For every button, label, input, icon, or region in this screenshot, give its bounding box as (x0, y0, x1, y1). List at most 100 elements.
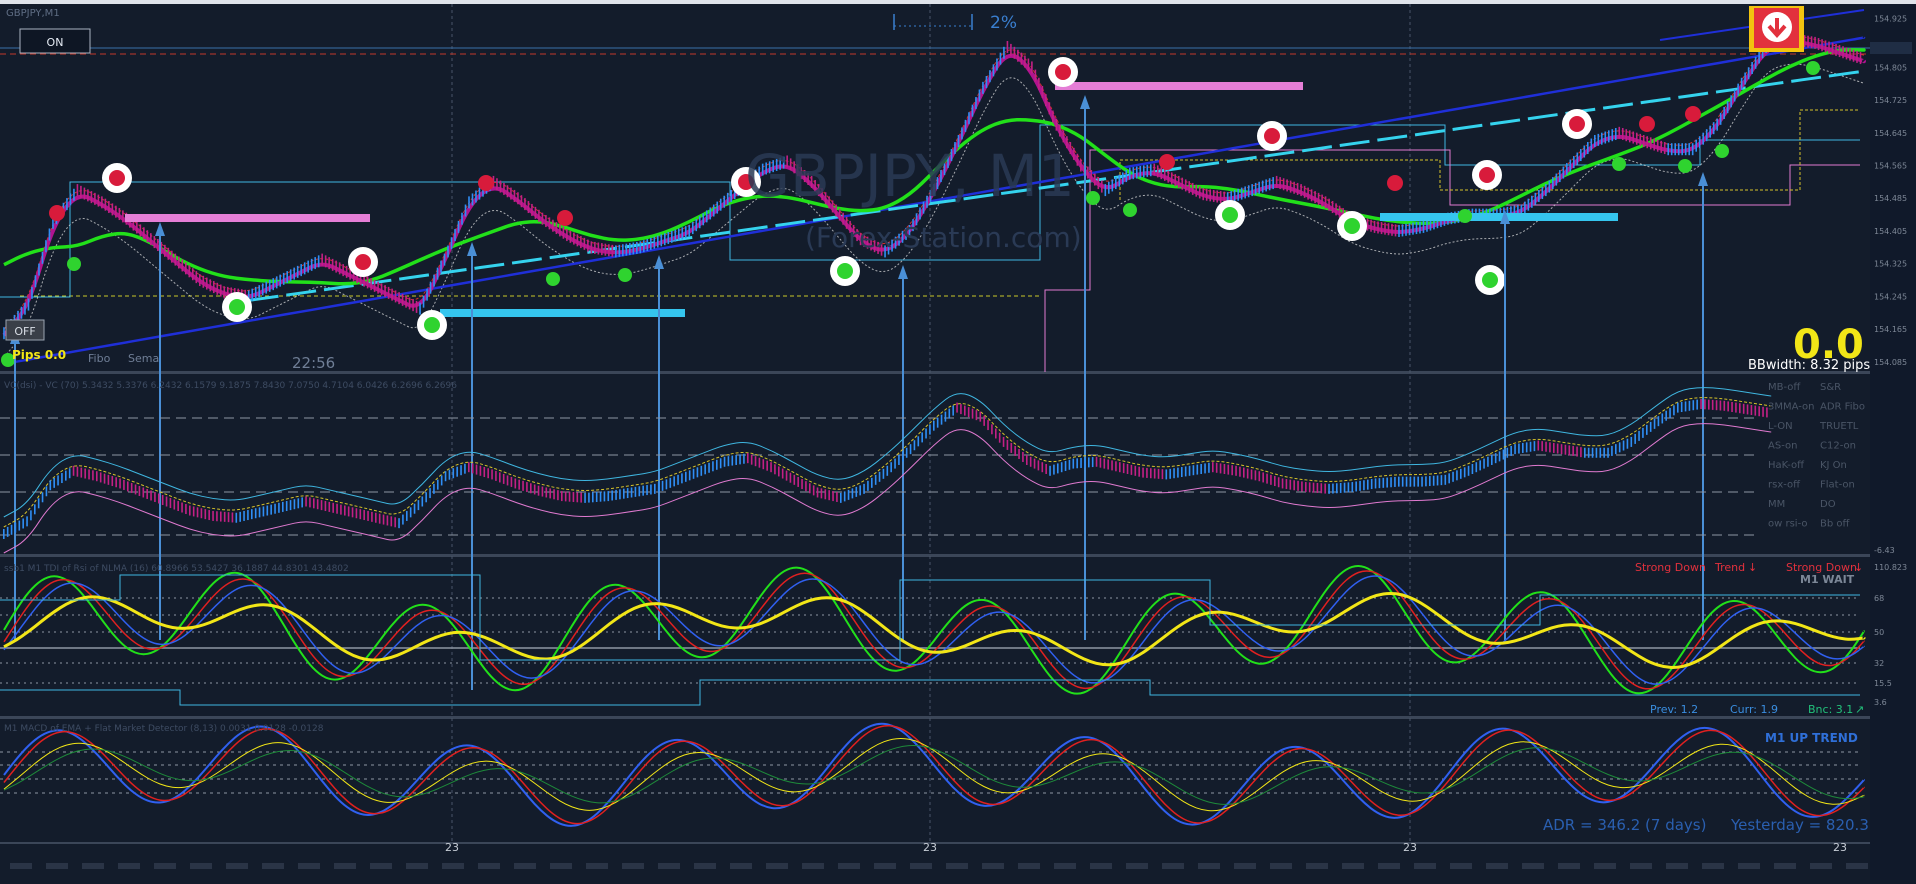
candle (426, 288, 428, 301)
time-tick-mark (10, 863, 32, 869)
vc-toggle-left[interactable]: L-ON (1768, 421, 1793, 432)
candle (146, 230, 149, 243)
vc-toggle-right[interactable]: TRUETL (1819, 421, 1859, 432)
prev-label: Prev: 1.2 (1650, 703, 1698, 716)
vc-toggle-left[interactable]: MM (1768, 499, 1785, 510)
candle (1010, 43, 1012, 56)
candle (216, 282, 219, 295)
candle (646, 238, 649, 251)
vc-candle (1223, 464, 1226, 474)
vc-toggle-left[interactable]: rsx-off (1768, 480, 1801, 491)
candle (534, 206, 537, 219)
vc-candle (223, 511, 226, 522)
candle (370, 278, 372, 291)
candle (1628, 130, 1631, 143)
candle (597, 242, 600, 255)
candle (282, 272, 285, 285)
vc-candle (1549, 442, 1551, 453)
vc-toggle-right[interactable]: Flat-on (1820, 480, 1855, 491)
vc-candle (45, 486, 48, 497)
candle (1394, 224, 1397, 237)
candle (69, 193, 72, 206)
candle (324, 255, 327, 268)
vc-candle (1444, 474, 1447, 485)
vc-candle (518, 479, 520, 490)
vc-toggle-right[interactable]: DO (1820, 499, 1836, 510)
vc-candle (1413, 476, 1416, 487)
vc-candle (1157, 468, 1160, 479)
fibo-label[interactable]: Fibo (88, 352, 111, 365)
candle (1698, 136, 1701, 149)
candle (964, 119, 967, 132)
vc-toggle-left[interactable]: MB-off (1768, 382, 1801, 393)
sell-signal-core (1055, 64, 1071, 80)
vc-candle (549, 488, 551, 499)
candle (670, 230, 673, 243)
vc-candle (355, 508, 358, 519)
vc-candle (1708, 399, 1710, 410)
time-tick-mark (1702, 863, 1724, 869)
on-button[interactable]: ON (19, 28, 91, 54)
candle (1751, 62, 1753, 75)
time-tick-mark (478, 863, 500, 869)
vc-candle (378, 513, 381, 524)
vc-candle (1611, 445, 1613, 456)
candle (296, 265, 299, 278)
vc-candle (61, 473, 63, 484)
vc-candle (1479, 460, 1481, 471)
candle (1803, 35, 1806, 48)
vc-candle (417, 500, 420, 511)
vc-candle (375, 512, 377, 523)
vc-candle (347, 506, 350, 517)
sema-label[interactable]: Sema (128, 352, 159, 365)
vc-toggle-left[interactable]: 3MMA-on (1768, 402, 1815, 413)
vc-candle (878, 471, 881, 482)
vc-toggle-right[interactable]: S&R (1820, 382, 1841, 393)
vc-toggle-right[interactable]: C12-on (1820, 441, 1856, 452)
vc-toggle-right[interactable]: Bb off (1820, 519, 1851, 530)
bnc-label: Bnc: 3.1 (1808, 703, 1853, 716)
vc-candle (1208, 462, 1210, 473)
vc-candle (251, 509, 253, 520)
vc-candle (836, 491, 838, 502)
sell-signal-core (355, 254, 371, 270)
candle (202, 275, 205, 288)
vc-toggle-left[interactable]: ow rsi-o (1768, 519, 1808, 530)
vc-candle (1618, 442, 1621, 453)
candle (27, 298, 30, 311)
vc-candle (855, 486, 858, 497)
candle (1380, 222, 1383, 235)
vc-candle (1398, 476, 1400, 487)
vc-candle (634, 486, 637, 497)
vc-toggle-right[interactable]: ADR Fibo (1820, 402, 1865, 413)
vc-candle (1262, 472, 1264, 483)
vc-candle (1564, 444, 1567, 455)
vc-toggle-left[interactable]: AS-on (1768, 441, 1797, 452)
vc-candle (1277, 477, 1280, 488)
watermark: GBPJPY, M1 (745, 142, 1075, 210)
candle (191, 268, 194, 281)
price-tick: 154.645 (1874, 129, 1907, 138)
off-button[interactable]: OFF (5, 319, 45, 341)
candle (1604, 131, 1607, 144)
vc-toggle-right[interactable]: KJ On (1820, 460, 1847, 471)
website-watermark: (Forex-Station.com) (805, 221, 1082, 254)
vc-candle (995, 428, 997, 439)
candle (104, 198, 107, 211)
red-dot (557, 210, 573, 226)
candle (695, 219, 698, 232)
candle (698, 216, 701, 229)
vc-candle (1029, 456, 1032, 467)
strong-down-icon: ↓ (1854, 561, 1863, 574)
candle (667, 231, 670, 244)
vc-candle (398, 518, 400, 529)
trading-chart-stage: 154.925 154.805 154.725 154.645 154.565 154.4… (0, 0, 1916, 880)
vc-candle (735, 454, 737, 465)
vc-toggle-left[interactable]: HaK-off (1768, 460, 1805, 471)
candle (1282, 178, 1285, 191)
vc-candle (278, 502, 280, 513)
candle (1331, 201, 1334, 214)
vc-candle (809, 483, 811, 494)
vc-candle (247, 510, 249, 521)
candle (1135, 166, 1138, 179)
